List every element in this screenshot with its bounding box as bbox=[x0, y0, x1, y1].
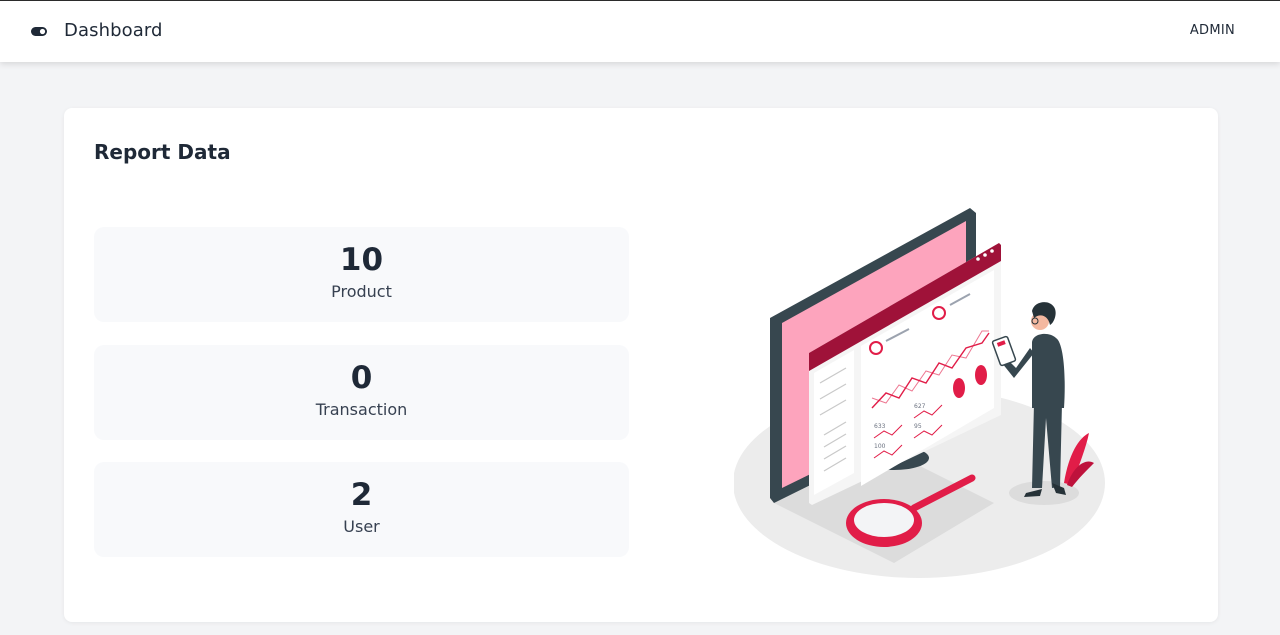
page-title: Dashboard bbox=[64, 20, 163, 41]
top-navbar: Dashboard ADMIN bbox=[0, 0, 1280, 62]
stat-value: 2 bbox=[350, 477, 373, 513]
stat-card-transaction: 0 Transaction bbox=[94, 345, 629, 440]
analytics-illustration: 633 627 95 100 bbox=[734, 208, 1105, 578]
chart-label: 633 bbox=[874, 423, 886, 430]
chart-label: 627 bbox=[914, 403, 926, 410]
stat-value: 10 bbox=[339, 242, 384, 278]
user-menu[interactable]: ADMIN bbox=[1190, 23, 1235, 38]
stat-card-product: 10 Product bbox=[94, 227, 629, 322]
stat-card-user: 2 User bbox=[94, 462, 629, 557]
stat-value: 0 bbox=[350, 360, 373, 396]
stat-label: User bbox=[343, 517, 380, 536]
stat-label: Transaction bbox=[315, 400, 408, 419]
stat-label: Product bbox=[331, 282, 392, 301]
report-title: Report Data bbox=[94, 140, 231, 164]
toggle-icon[interactable] bbox=[31, 27, 47, 36]
chart-label: 95 bbox=[914, 423, 922, 430]
chart-label: 100 bbox=[874, 443, 886, 450]
report-card: Report Data 10 Product 0 Transaction 2 U… bbox=[64, 108, 1218, 622]
